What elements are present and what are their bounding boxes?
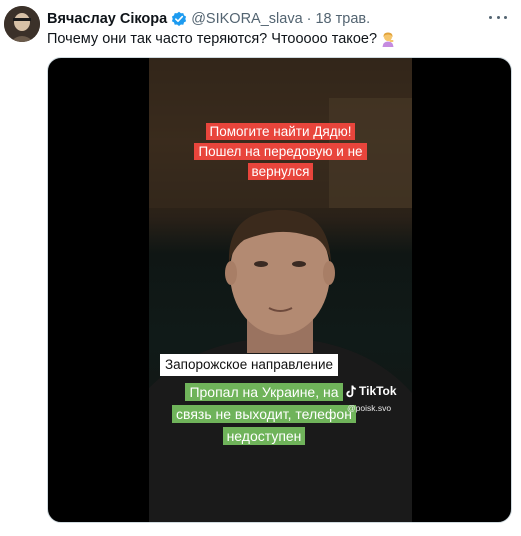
video-frame[interactable]: Помогите найти Дядю! Пошел на передовую …: [149, 58, 412, 522]
tiktok-watermark: TikTok: [345, 384, 397, 398]
person-gesturing-emoji-icon: [382, 32, 394, 47]
tweet[interactable]: Вячаслау Сікора @SIKORA_slava · 18 трав.…: [0, 0, 521, 536]
tiktok-logo-icon: [346, 385, 356, 397]
tweet-header: Вячаслау Сікора @SIKORA_slava · 18 трав.: [47, 9, 370, 29]
user-handle[interactable]: @SIKORA_slava: [191, 11, 302, 27]
separator-dot: ·: [306, 11, 312, 27]
verified-badge-icon: [172, 11, 187, 26]
more-options-icon[interactable]: [489, 12, 507, 22]
caption-missing: Пропал на Украине, на связь не выходит, …: [169, 381, 359, 447]
tiktok-handle: @poisk.svo: [347, 403, 392, 413]
tiktok-brand: TikTok: [359, 384, 397, 398]
caption-missing-text: Пропал на Украине, на связь не выходит, …: [172, 383, 356, 445]
avatar[interactable]: [4, 6, 40, 42]
video-media[interactable]: Помогите найти Дядю! Пошел на передовую …: [47, 57, 512, 523]
caption-help-find-text: Помогите найти Дядю! Пошел на передовую …: [194, 123, 367, 180]
tweet-date[interactable]: 18 трав.: [315, 11, 370, 27]
tweet-text: Почему они так часто теряются? Чтооооо т…: [47, 31, 396, 47]
tweet-text-content: Почему они так часто теряются? Чтооооо т…: [47, 31, 378, 47]
caption-direction: Запорожское направление: [160, 354, 338, 376]
display-name[interactable]: Вячаслау Сікора: [47, 11, 167, 27]
caption-help-find: Помогите найти Дядю! Пошел на передовую …: [149, 122, 412, 182]
